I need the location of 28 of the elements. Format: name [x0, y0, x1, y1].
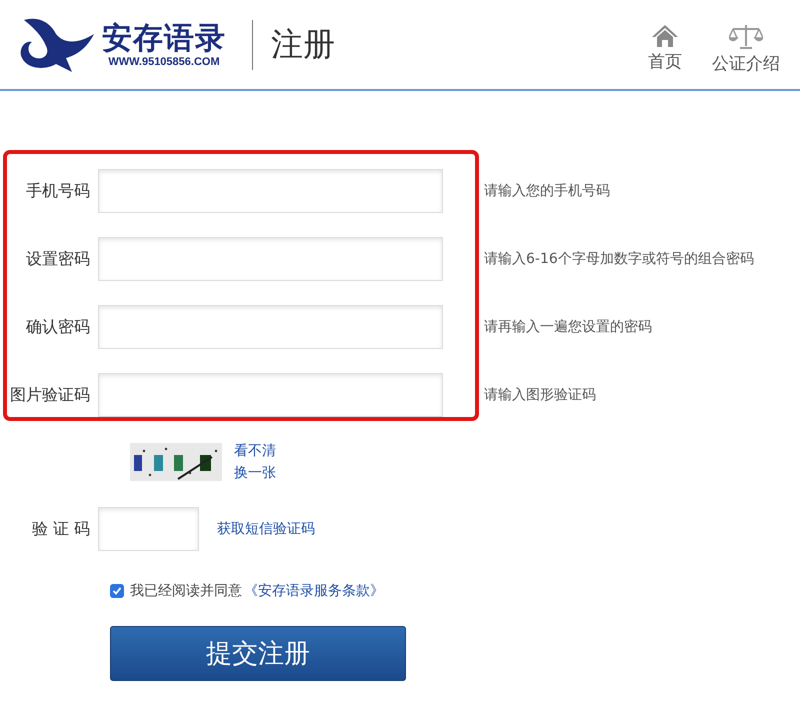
checkbox[interactable]	[110, 584, 124, 598]
field-hint: 请输入您的手机号码	[484, 182, 610, 200]
input-field[interactable]	[98, 237, 443, 281]
logo-url: WWW.95105856.COM	[108, 56, 220, 68]
input-field[interactable]	[98, 305, 443, 349]
nav-link[interactable]: 公证介绍	[712, 24, 780, 75]
logo-name: 安存语录	[102, 22, 226, 56]
agreement-text: 我已经阅读并同意	[130, 582, 242, 600]
scales-icon	[729, 24, 763, 50]
field-label: 手机号码	[25, 180, 91, 202]
field-label: 确认密码	[25, 316, 91, 338]
submit-button[interactable]: 提交注册	[110, 626, 406, 681]
sms-code-link[interactable]: 获取短信验证码	[217, 520, 315, 538]
input-field[interactable]	[98, 507, 199, 551]
field-label: 验 证 码	[30, 518, 91, 540]
captcha-link[interactable]: 换一张	[234, 464, 276, 482]
nav-link[interactable]: 首页	[648, 24, 682, 75]
terms-link[interactable]: 《安存语录服务条款》	[244, 582, 384, 600]
input-field[interactable]	[98, 373, 443, 417]
page-title: 注册	[271, 24, 335, 64]
house-icon	[651, 24, 679, 48]
captcha-link[interactable]: 看不清	[234, 442, 276, 460]
field-hint: 请再输入一遍您设置的密码	[484, 318, 652, 336]
field-hint: 请输入图形验证码	[484, 386, 596, 404]
input-field[interactable]	[98, 169, 443, 213]
field-hint: 请输入6-16个字母加数字或符号的组合密码	[484, 250, 754, 268]
field-label: 设置密码	[25, 248, 91, 270]
field-label: 图片验证码	[9, 384, 91, 406]
